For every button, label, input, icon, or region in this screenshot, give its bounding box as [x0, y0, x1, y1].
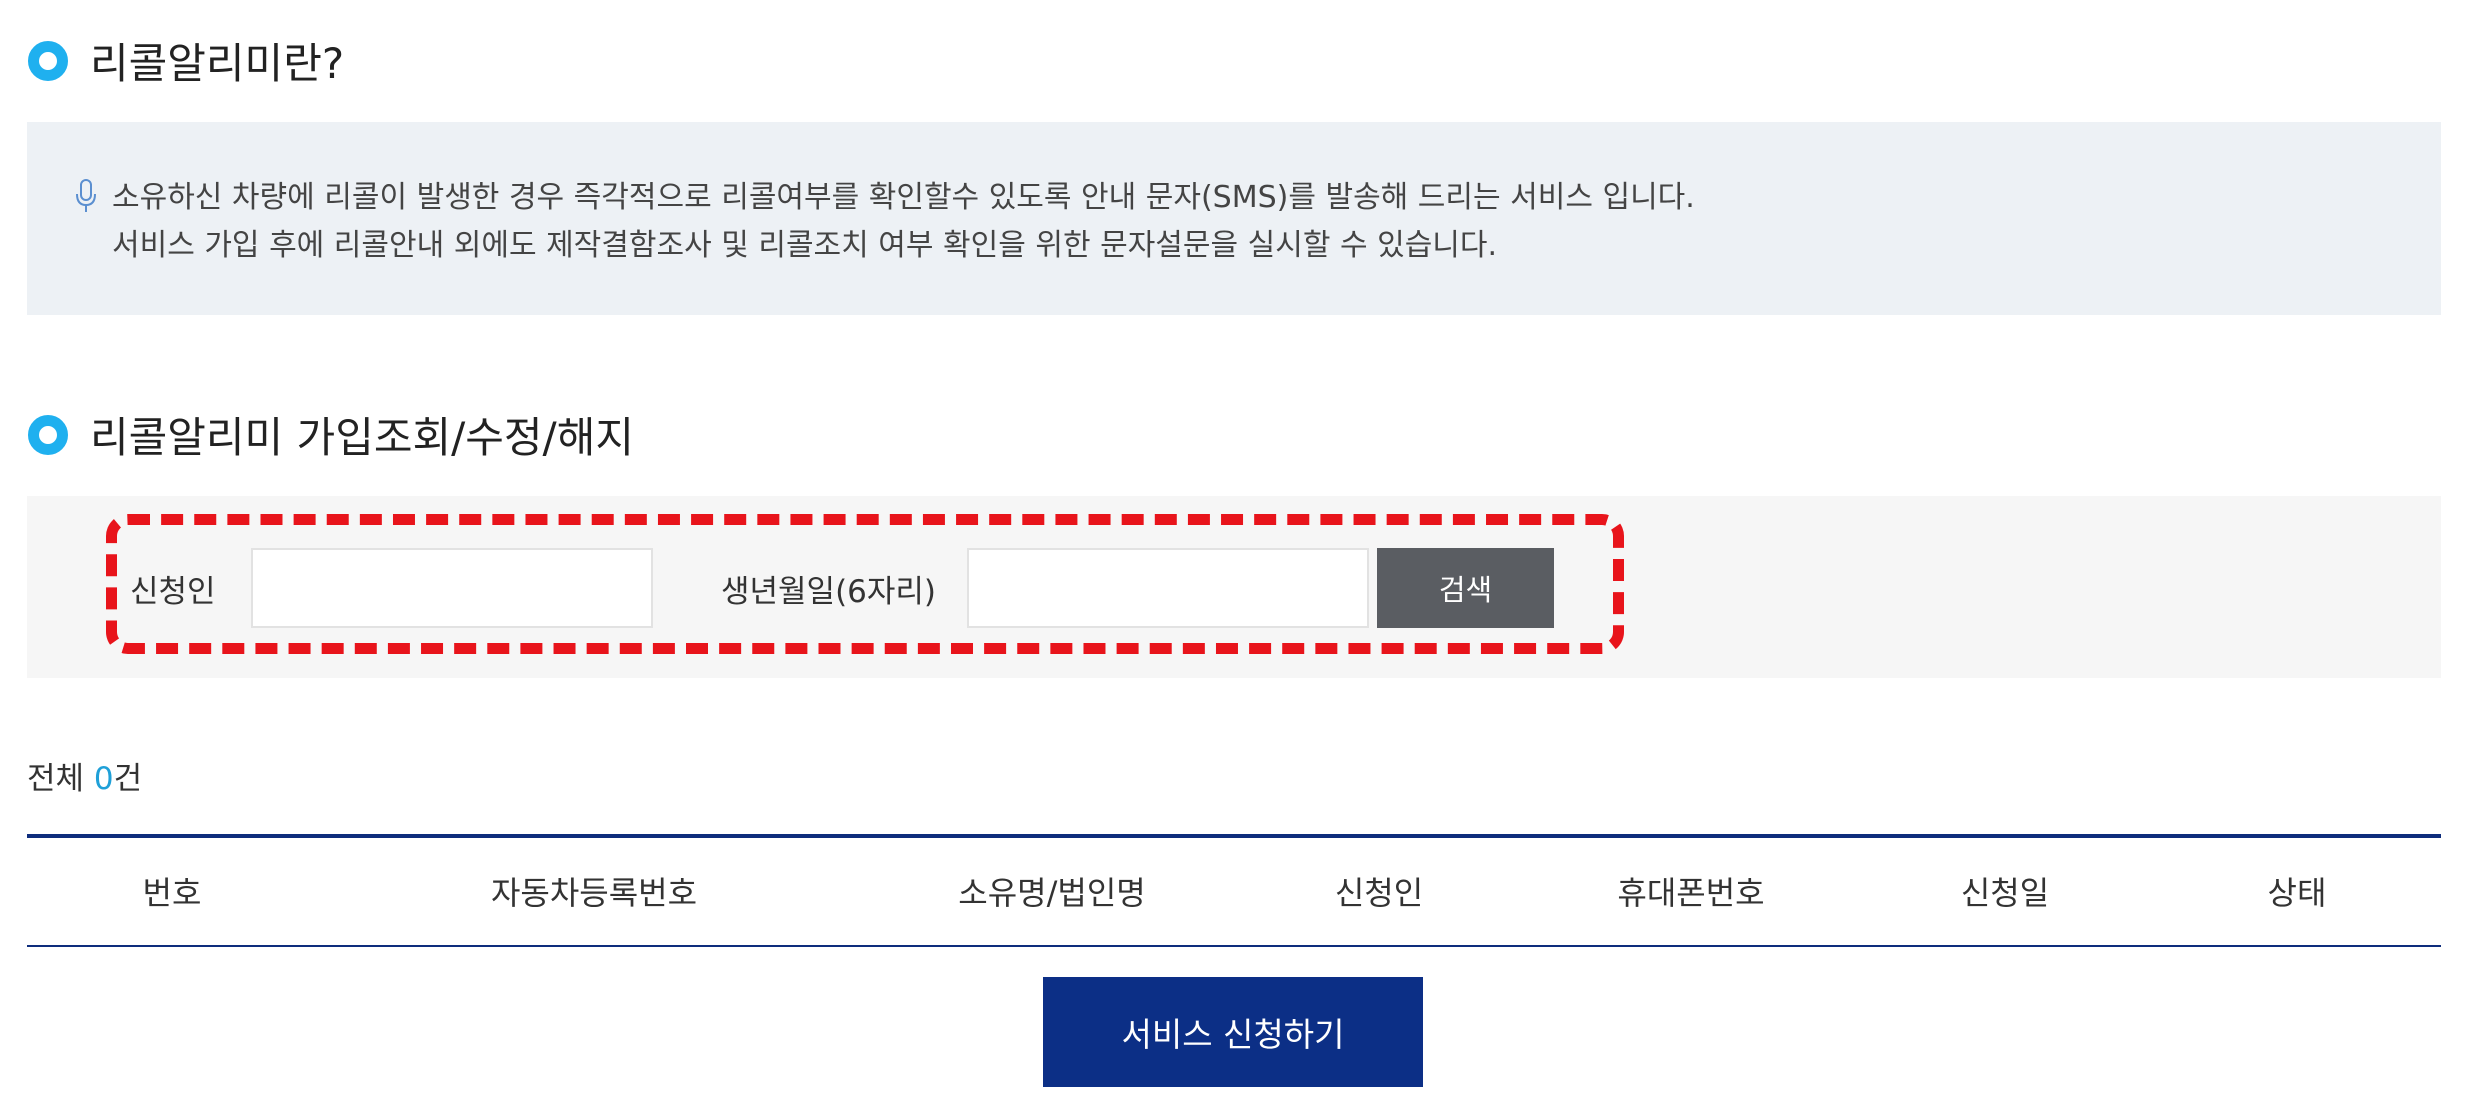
info-description-line-1: 소유하신 차량에 리콜이 발생한 경우 즉각적으로 리콜여부를 확인할수 있도록… — [112, 180, 1695, 215]
column-header-number: 번호 — [142, 874, 202, 912]
section-title-lookup-text: 리콜알리미 가입조회/수정/해지 — [90, 413, 634, 462]
section-title-intro-text: 리콜알리미란? — [90, 39, 345, 88]
highlight-dashed-outline — [106, 514, 1624, 654]
apply-service-button[interactable]: 서비스 신청하기 — [1043, 977, 1423, 1087]
microphone-icon — [76, 179, 96, 212]
total-suffix: 건 — [113, 761, 143, 797]
total-count-number: 0 — [93, 761, 114, 797]
circle-bullet-icon — [28, 40, 68, 81]
total-count: 전체 0건 — [27, 753, 142, 798]
column-header-apply-date: 신청일 — [1960, 874, 2050, 912]
column-header-status: 상태 — [2267, 874, 2327, 912]
info-box: 소유하신 차량에 리콜이 발생한 경우 즉각적으로 리콜여부를 확인할수 있도록… — [27, 122, 2441, 315]
column-header-vehicle-registration: 자동차등록번호 — [490, 874, 698, 912]
section-title-intro: 리콜알리미란? — [28, 30, 344, 91]
table-top-border — [27, 834, 2441, 838]
section-title-lookup: 리콜알리미 가입조회/수정/해지 — [28, 404, 634, 465]
circle-bullet-icon — [28, 414, 68, 455]
total-prefix: 전체 — [27, 761, 94, 797]
table-header-bottom-border — [27, 945, 2441, 947]
column-header-applicant: 신청인 — [1334, 874, 1424, 912]
info-description-line-2: 서비스 가입 후에 리콜안내 외에도 제작결함조사 및 리콜조치 여부 확인을 … — [112, 228, 1498, 263]
column-header-mobile: 휴대폰번호 — [1617, 874, 1765, 912]
column-header-owner-name: 소유명/법인명 — [958, 874, 1146, 912]
